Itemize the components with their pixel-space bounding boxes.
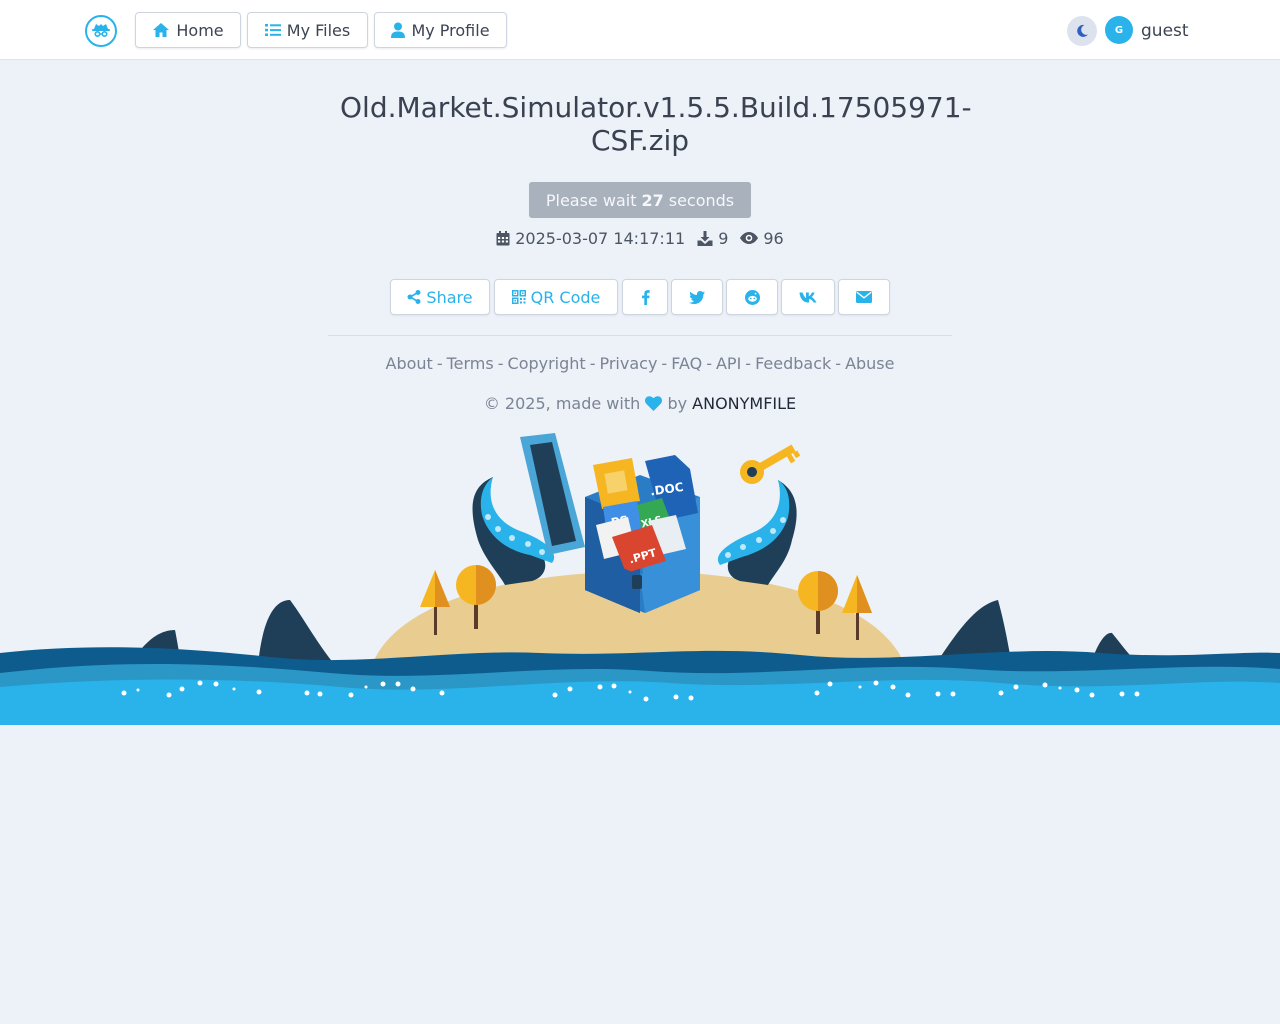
eye-icon (740, 232, 759, 244)
nav-my-profile-button[interactable]: My Profile (374, 12, 507, 48)
copyright-line: © 2025, made with by ANONYMFILE (328, 394, 952, 413)
download-count: 9 (718, 228, 729, 248)
copyright-prefix: © 2025, made with (483, 394, 641, 413)
footer-link-faq[interactable]: FAQ (671, 354, 702, 373)
qr-code-button[interactable]: QR Code (494, 279, 618, 315)
footer-links: About - Terms - Copyright - Privacy - FAQ - API - Fe… (385, 354, 895, 373)
nav-home-label: Home (176, 20, 224, 40)
download-icon (697, 230, 713, 246)
share-vk-button[interactable] (781, 279, 835, 315)
share-label: Share (426, 287, 473, 307)
footer-link-about[interactable]: About (386, 354, 433, 373)
wait-seconds-count: 27 (641, 190, 664, 210)
facebook-icon (641, 289, 650, 305)
footer-link-abuse[interactable]: Abuse (845, 354, 894, 373)
qr-code-label: QR Code (530, 287, 601, 307)
file-meta: 2025-03-07 14:17:11 9 96 (340, 228, 940, 248)
footer-link-terms[interactable]: Terms (447, 354, 494, 373)
footer-link-copyright[interactable]: Copyright (508, 354, 586, 373)
heart-icon (645, 396, 663, 411)
nav-my-files-label: My Files (286, 20, 351, 40)
footer-link-privacy[interactable]: Privacy (599, 354, 657, 373)
download-wait-button[interactable]: Please wait 27 seconds (529, 182, 751, 218)
share-facebook-button[interactable] (622, 279, 668, 315)
reddit-icon (744, 289, 760, 305)
navbar: Home My Files My Profile G guest (0, 0, 1280, 60)
upload-date: 2025-03-07 14:17:11 (515, 228, 686, 248)
user-avatar[interactable]: G (1105, 16, 1133, 44)
nav-my-files-button[interactable]: My Files (247, 12, 368, 48)
home-icon (153, 23, 170, 37)
footer-divider (328, 335, 952, 336)
twitter-icon (689, 290, 705, 304)
footer-link-api[interactable]: API (716, 354, 741, 373)
theme-toggle-button[interactable] (1067, 16, 1097, 46)
share-email-button[interactable] (838, 279, 890, 315)
copyright-by: by (667, 394, 688, 413)
list-icon (264, 24, 281, 36)
share-reddit-button[interactable] (726, 279, 778, 315)
moon-icon (1077, 24, 1088, 37)
anonymous-mask-icon (92, 24, 110, 38)
qrcode-icon (511, 290, 526, 304)
envelope-icon (856, 291, 872, 303)
nav-my-profile-label: My Profile (411, 20, 490, 40)
user-icon (391, 22, 406, 38)
file-name-title: Old.Market.Simulator.v1.5.5.Build.175059… (340, 91, 972, 157)
wait-prefix-text: Please wait (545, 190, 637, 210)
vk-icon (799, 292, 817, 302)
nav-home-button[interactable]: Home (135, 12, 241, 48)
island-illustration: .DOC XLS PS .PPT (0, 433, 1280, 725)
share-icon (407, 290, 421, 304)
brand-link[interactable]: ANONYMFILE (692, 394, 796, 413)
share-twitter-button[interactable] (671, 279, 723, 315)
view-count: 96 (763, 228, 784, 248)
calendar-icon (496, 230, 510, 245)
footer-link-feedback[interactable]: Feedback (755, 354, 831, 373)
site-logo[interactable] (85, 15, 117, 47)
username-label[interactable]: guest (1141, 21, 1189, 41)
wait-suffix-text: seconds (668, 190, 735, 210)
share-button[interactable]: Share (390, 279, 490, 315)
